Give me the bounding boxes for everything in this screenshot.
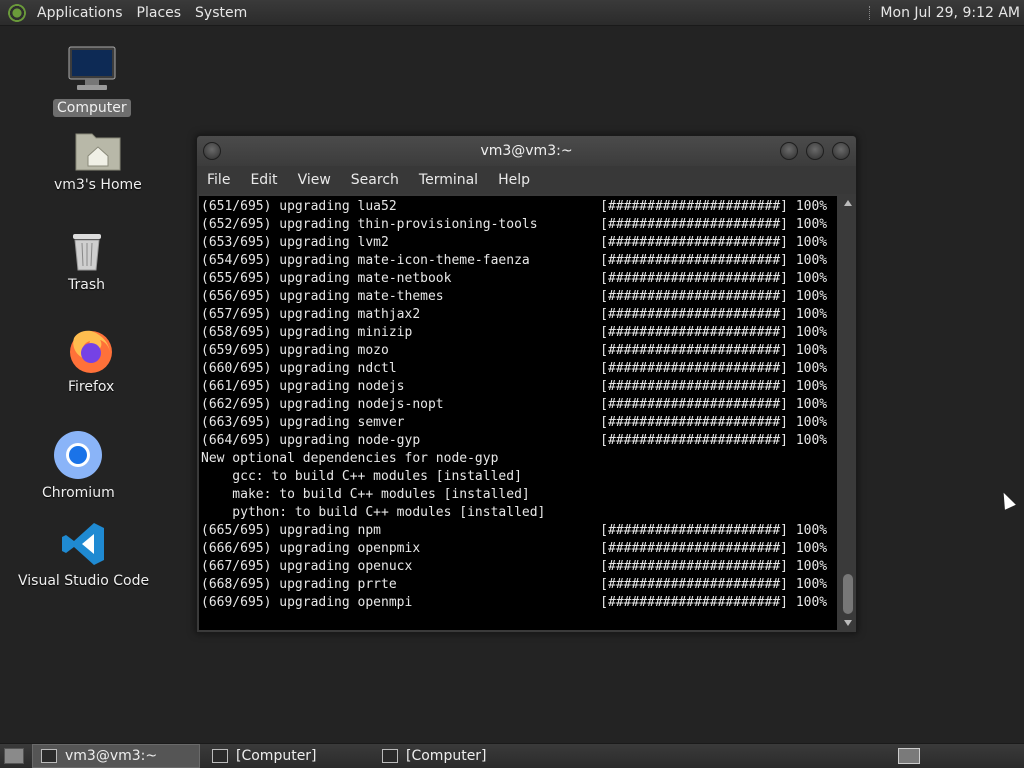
computer-icon	[382, 749, 398, 763]
menu-applications[interactable]: Applications	[30, 5, 130, 21]
menu-search[interactable]: Search	[341, 172, 409, 188]
menu-view[interactable]: View	[288, 172, 341, 188]
show-desktop-icon[interactable]	[4, 748, 24, 764]
menu-system[interactable]: System	[188, 5, 254, 21]
window-titlebar[interactable]: vm3@vm3:~	[197, 136, 856, 166]
task-label: vm3@vm3:~	[65, 748, 158, 764]
desktop-icon-trash[interactable]: Trash	[64, 228, 109, 294]
terminal-icon	[41, 749, 57, 763]
scroll-up-arrow-icon[interactable]	[844, 200, 852, 206]
task-terminal[interactable]: vm3@vm3:~	[32, 744, 200, 768]
maximize-button[interactable]	[806, 142, 824, 160]
task-computer-1[interactable]: [Computer]	[204, 745, 370, 767]
task-computer-2[interactable]: [Computer]	[374, 745, 540, 767]
firefox-icon	[70, 330, 113, 373]
minimize-button[interactable]	[780, 142, 798, 160]
mouse-cursor-icon	[998, 490, 1016, 510]
menu-help[interactable]: Help	[488, 172, 540, 188]
desktop-label: Chromium	[42, 485, 115, 501]
terminal-text: (651/695) upgrading lua52 [#############…	[201, 199, 828, 610]
scrollbar-thumb[interactable]	[843, 574, 853, 614]
clock[interactable]: Mon Jul 29, 9:12 AM	[880, 5, 1024, 21]
desktop-icon-computer[interactable]: Computer	[53, 45, 131, 117]
menu-places[interactable]: Places	[130, 5, 189, 21]
menu-file[interactable]: File	[197, 172, 240, 188]
menu-edit[interactable]: Edit	[240, 172, 287, 188]
desktop-icon-chromium[interactable]: Chromium	[38, 430, 119, 502]
task-label: [Computer]	[236, 748, 317, 764]
desktop-label: vm3's Home	[54, 177, 142, 193]
desktop-label: Firefox	[68, 379, 115, 395]
desktop-label: Visual Studio Code	[18, 573, 150, 589]
terminal-menubar: File Edit View Search Terminal Help	[197, 166, 856, 194]
workspace-switcher[interactable]	[898, 748, 920, 764]
task-label: [Computer]	[406, 748, 487, 764]
terminal-output[interactable]: (651/695) upgrading lua52 [#############…	[199, 196, 837, 630]
desktop-icon-home[interactable]: vm3's Home	[50, 128, 146, 194]
trash-icon	[72, 234, 101, 271]
terminal-window[interactable]: vm3@vm3:~ File Edit View Search Terminal…	[196, 135, 857, 633]
computer-icon	[212, 749, 228, 763]
home-folder-icon	[75, 133, 121, 171]
top-panel: Applications Places System Mon Jul 29, 9…	[0, 0, 1024, 26]
computer-icon	[68, 46, 116, 90]
desktop-icon-firefox[interactable]: Firefox	[64, 326, 118, 396]
chromium-icon	[54, 431, 103, 479]
panel-separator	[869, 5, 872, 20]
terminal-scrollbar[interactable]	[841, 196, 855, 630]
close-button[interactable]	[832, 142, 850, 160]
desktop-label: Computer	[53, 99, 131, 117]
vscode-icon	[61, 523, 104, 565]
bottom-panel: vm3@vm3:~ [Computer] [Computer]	[0, 743, 1024, 768]
window-title: vm3@vm3:~	[480, 143, 573, 159]
menu-terminal[interactable]: Terminal	[409, 172, 488, 188]
desktop-label: Trash	[68, 277, 105, 293]
scroll-down-arrow-icon[interactable]	[844, 620, 852, 626]
mate-logo-icon[interactable]	[8, 3, 26, 22]
desktop-icon-vscode[interactable]: Visual Studio Code	[14, 520, 153, 590]
